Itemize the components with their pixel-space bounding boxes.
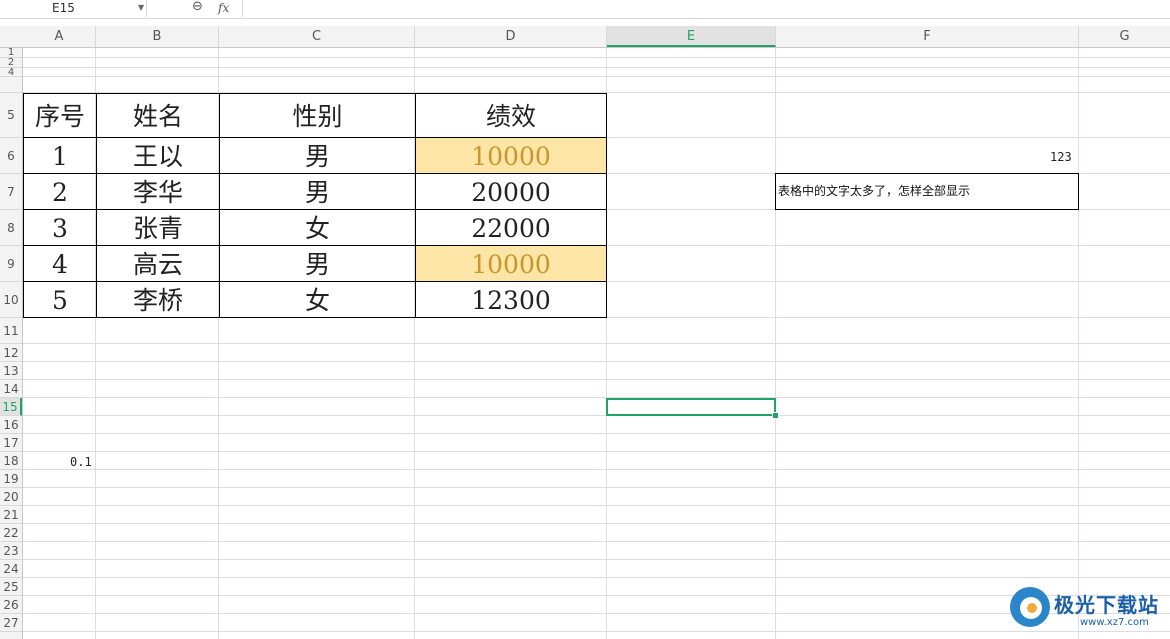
name-box-dropdown-icon[interactable]: ▼ (138, 0, 144, 16)
table-cell[interactable]: 4 (23, 245, 97, 282)
column-header-c[interactable]: C (219, 26, 415, 47)
table-cell[interactable]: 5 (23, 281, 97, 318)
watermark-url: www.xz7.com (1080, 617, 1149, 628)
row-header-10[interactable]: 10 (0, 282, 22, 318)
fx-icon[interactable]: fx (218, 0, 229, 16)
column-header-e[interactable]: E (607, 26, 776, 47)
row-header-25[interactable]: 25 (0, 578, 22, 596)
row-header-21[interactable]: 21 (0, 506, 22, 524)
table-cell[interactable]: 12300 (415, 281, 607, 318)
table-cell[interactable]: 男 (219, 173, 416, 210)
formula-tools: ⊖ fx (186, 0, 243, 17)
table-cell-highlighted[interactable]: 10000 (415, 245, 607, 282)
table-cell[interactable]: 20000 (415, 173, 607, 210)
table-cell[interactable]: 李华 (96, 173, 220, 210)
row-header-5[interactable]: 5 (0, 93, 22, 138)
row-header-13[interactable]: 13 (0, 362, 22, 380)
row-header: 1 2 4 5 6 7 8 9 10 11 12 13 14 15 16 17 … (0, 48, 23, 639)
table-cell[interactable]: 高云 (96, 245, 220, 282)
table-cell[interactable]: 男 (219, 137, 416, 174)
watermark-name: 极光下载站 (1054, 593, 1159, 617)
name-box-value: E15 (52, 1, 75, 15)
zoom-search-icon[interactable]: ⊖ (192, 0, 203, 15)
table-cell[interactable]: 李桥 (96, 281, 220, 318)
row-header-23[interactable]: 23 (0, 542, 22, 560)
row-header-4[interactable]: 4 (0, 68, 22, 78)
table-cell-highlighted[interactable]: 10000 (415, 137, 607, 174)
table-cell[interactable]: 张青 (96, 209, 220, 246)
cell-f6-value[interactable]: 123 (1050, 150, 1072, 164)
row-header-9[interactable]: 9 (0, 246, 22, 282)
row-header-8[interactable]: 8 (0, 210, 22, 246)
fill-handle[interactable] (772, 412, 779, 419)
row-header-14[interactable]: 14 (0, 380, 22, 398)
table-cell[interactable]: 王以 (96, 137, 220, 174)
row-header-24[interactable]: 24 (0, 560, 22, 578)
formula-bar: E15 ▼ ⊖ fx (0, 0, 1170, 19)
formula-input[interactable] (244, 0, 1164, 17)
row-header-7[interactable]: 7 (0, 174, 22, 210)
watermark-logo: 极光下载站 www.xz7.com (1010, 585, 1170, 639)
cell-a18-value[interactable]: 0.1 (70, 455, 92, 469)
row-header-18[interactable]: 18 (0, 452, 22, 470)
row-header-19[interactable]: 19 (0, 470, 22, 488)
selected-cell-e15[interactable] (606, 398, 776, 416)
column-header: A B C D E F G (0, 26, 1170, 48)
table-cell[interactable]: 3 (23, 209, 97, 246)
row-header-22[interactable]: 22 (0, 524, 22, 542)
column-header-d[interactable]: D (415, 26, 607, 47)
row-header-6[interactable]: 6 (0, 138, 22, 174)
row-header-16[interactable]: 16 (0, 416, 22, 434)
row-header-11[interactable]: 11 (0, 318, 22, 344)
row-header-27[interactable]: 27 (0, 614, 22, 632)
row-header-15[interactable]: 15 (0, 398, 22, 416)
row-header-20[interactable]: 20 (0, 488, 22, 506)
row-header-17[interactable]: 17 (0, 434, 22, 452)
column-header-b[interactable]: B (96, 26, 219, 47)
table-cell[interactable]: 女 (219, 281, 416, 318)
table-cell[interactable]: 1 (23, 137, 97, 174)
name-box[interactable]: E15 ▼ (0, 0, 147, 17)
table-cell[interactable]: 男 (219, 245, 416, 282)
table-header-cell[interactable]: 姓名 (96, 93, 220, 138)
table-cell[interactable]: 22000 (415, 209, 607, 246)
row-header-26[interactable]: 26 (0, 596, 22, 614)
aurora-logo-icon (1010, 587, 1050, 627)
column-header-g[interactable]: G (1079, 26, 1170, 47)
table-cell[interactable]: 女 (219, 209, 416, 246)
row-header-5-pad (0, 77, 22, 93)
column-header-f[interactable]: F (776, 26, 1079, 47)
row-header-12[interactable]: 12 (0, 344, 22, 362)
column-header-a[interactable]: A (23, 26, 96, 47)
table-cell[interactable]: 2 (23, 173, 97, 210)
table-header-cell[interactable]: 序号 (23, 93, 97, 138)
cell-f7-text[interactable]: 表格中的文字太多了，怎样全部显示 (775, 173, 1079, 210)
table-header-cell[interactable]: 性别 (219, 93, 416, 138)
table-header-cell[interactable]: 绩效 (415, 93, 607, 138)
